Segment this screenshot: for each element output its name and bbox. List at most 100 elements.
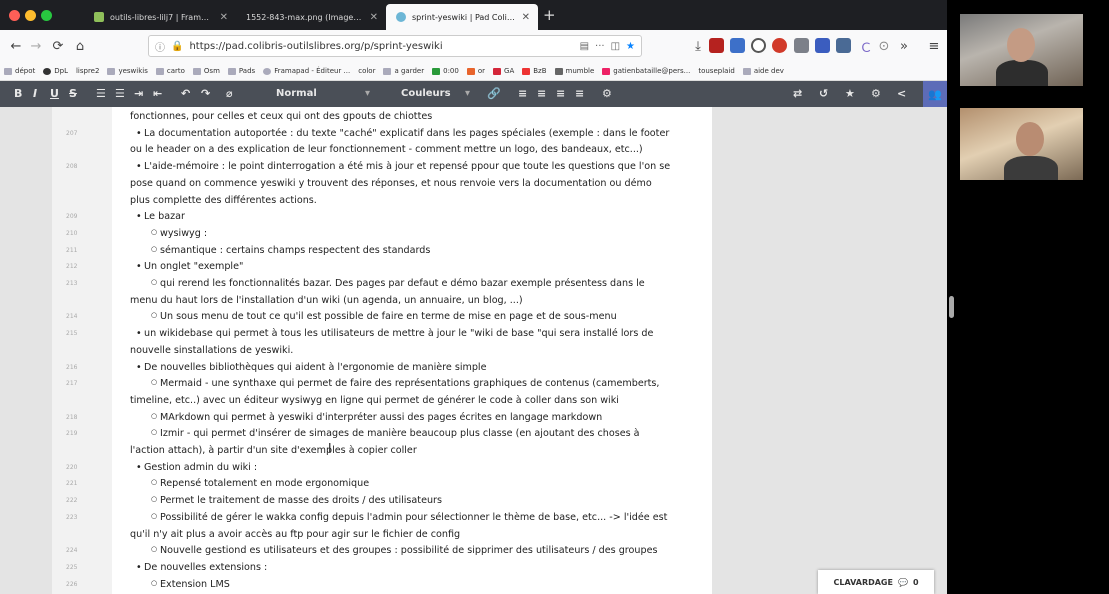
sub-bullet-item[interactable]: Mermaid - une synthaxe qui permet de fai… bbox=[151, 378, 659, 389]
forward-icon[interactable]: → bbox=[26, 36, 46, 56]
extension-icon[interactable] bbox=[772, 38, 787, 53]
text-line[interactable]: plus complette des différentes actions. bbox=[130, 195, 317, 206]
text-line[interactable]: menu du haut lors de l'installation d'un… bbox=[130, 295, 523, 306]
colors-select-caret-icon[interactable]: ▾ bbox=[465, 88, 470, 99]
browser-tab-active[interactable]: sprint-yeswiki | Pad Colibris ✕ bbox=[386, 4, 538, 30]
close-tab-icon[interactable]: ✕ bbox=[220, 12, 228, 23]
redo-icon[interactable]: ↷ bbox=[201, 87, 210, 100]
sub-bullet-item[interactable]: Permet le traitement de masse des droits… bbox=[151, 495, 442, 506]
browser-tab[interactable]: outils-libres-lilj7 | Framapad ✕ bbox=[84, 4, 236, 30]
bookmark-item[interactable]: Pads bbox=[227, 67, 255, 75]
sub-bullet-item[interactable]: Un sous menu de tout ce qu'il est possib… bbox=[151, 311, 617, 322]
indent-icon[interactable]: ⇥ bbox=[134, 87, 143, 100]
outdent-icon[interactable]: ⇤ bbox=[153, 87, 162, 100]
bookmark-item[interactable]: mumble bbox=[554, 67, 594, 75]
text-line[interactable]: qu'il n'y ait plus a avoir accès au ftp … bbox=[130, 529, 460, 540]
bullet-item[interactable]: De nouvelles bibliothèques qui aident à … bbox=[136, 362, 487, 373]
close-tab-icon[interactable]: ✕ bbox=[370, 12, 378, 23]
close-window-button[interactable] bbox=[9, 10, 20, 21]
style-select-caret-icon[interactable]: ▾ bbox=[365, 88, 370, 99]
underline-icon[interactable]: U bbox=[50, 87, 59, 100]
bookmark-item[interactable]: gatienbataille@pers... bbox=[602, 67, 690, 75]
sub-bullet-item[interactable]: wysiwyg : bbox=[151, 228, 207, 239]
gear-icon[interactable]: ⚙ bbox=[871, 87, 881, 100]
numbered-list-icon[interactable]: ☰ bbox=[115, 87, 125, 100]
new-tab-icon[interactable]: + bbox=[543, 6, 556, 24]
overflow-menu-icon[interactable]: » bbox=[894, 36, 914, 56]
bookmark-item[interactable]: color bbox=[358, 67, 375, 75]
minimize-window-button[interactable] bbox=[25, 10, 36, 21]
close-tab-icon[interactable]: ✕ bbox=[522, 12, 530, 23]
library-icon[interactable] bbox=[794, 38, 809, 53]
ublock-extension-icon[interactable] bbox=[709, 38, 724, 53]
sub-bullet-item[interactable]: Extension LMS bbox=[151, 579, 230, 590]
bullet-item[interactable]: un wikidebase qui permet à tous les util… bbox=[136, 328, 653, 339]
browser-tab[interactable]: 1552-843-max.png (Image PNG, ✕ bbox=[236, 4, 386, 30]
site-info-icon[interactable]: ⓘ bbox=[155, 39, 165, 54]
extension-icon[interactable] bbox=[730, 38, 745, 53]
reload-icon[interactable]: ⟳ bbox=[48, 36, 68, 56]
star-icon[interactable]: ★ bbox=[845, 87, 855, 100]
sub-bullet-item[interactable]: MArkdown qui permet à yeswiki d'interpré… bbox=[151, 412, 602, 423]
extension-icon[interactable] bbox=[815, 38, 830, 53]
pocket-icon[interactable]: ◫ bbox=[611, 41, 620, 52]
import-export-icon[interactable]: ⇄ bbox=[793, 87, 802, 100]
colors-select[interactable]: Couleurs bbox=[401, 88, 451, 99]
sub-bullet-item[interactable]: Repensé totalement en mode ergonomique bbox=[151, 478, 369, 489]
bullet-item[interactable]: De nouvelles extensions : bbox=[136, 562, 267, 573]
bookmark-item[interactable]: aide dev bbox=[742, 67, 784, 75]
bookmark-item[interactable]: or bbox=[466, 67, 485, 75]
chat-button[interactable]: CLAVARDAGE 💬 0 bbox=[818, 570, 934, 594]
bullet-item[interactable]: Le bazar bbox=[136, 211, 185, 222]
justify-icon[interactable]: ≡ bbox=[575, 87, 584, 100]
bullet-item[interactable]: La documentation autoportée : du texte "… bbox=[136, 128, 669, 139]
bookmark-item[interactable]: GA bbox=[493, 67, 514, 75]
link-icon[interactable]: 🔗 bbox=[487, 87, 501, 100]
strikethrough-icon[interactable]: S bbox=[69, 87, 77, 100]
hamburger-menu-icon[interactable]: ≡ bbox=[924, 36, 944, 56]
scrollbar-thumb[interactable] bbox=[949, 296, 954, 318]
downloads-icon[interactable]: ⤓ bbox=[688, 36, 708, 56]
back-icon[interactable]: ← bbox=[6, 36, 26, 56]
align-right-icon[interactable]: ≡ bbox=[556, 87, 565, 100]
video-tile-participant[interactable] bbox=[960, 108, 1083, 180]
italic-icon[interactable]: I bbox=[33, 87, 37, 100]
clear-format-icon[interactable]: ⌀ bbox=[226, 87, 233, 100]
bold-icon[interactable]: B bbox=[14, 87, 22, 100]
bookmark-item[interactable]: yeswikis bbox=[107, 67, 148, 75]
text-line[interactable]: pose quand on commence yeswiki y trouven… bbox=[130, 178, 652, 189]
bookmark-item[interactable]: DpL bbox=[43, 67, 68, 75]
text-line[interactable]: fonctionnes, pour celles et ceux qui ont… bbox=[130, 111, 432, 122]
bookmark-item[interactable]: dépot bbox=[4, 67, 35, 75]
page-actions-icon[interactable]: ··· bbox=[595, 41, 605, 52]
bookmark-item[interactable]: lispre2 bbox=[76, 67, 99, 75]
home-icon[interactable]: ⌂ bbox=[70, 36, 90, 56]
sub-bullet-item[interactable]: sémantique : certains champs respectent … bbox=[151, 245, 430, 256]
align-center-icon[interactable]: ≡ bbox=[537, 87, 546, 100]
text-line[interactable]: l'action attach), à partir d'un site d'e… bbox=[130, 445, 417, 456]
text-line[interactable]: ou le header on a des explication de leu… bbox=[130, 144, 643, 155]
bullet-list-icon[interactable]: ☰ bbox=[96, 87, 106, 100]
extension-icon[interactable]: ⊙ bbox=[874, 36, 894, 56]
bullet-item[interactable]: L'aide-mémoire : le point dinterrogation… bbox=[136, 161, 670, 172]
sub-bullet-item[interactable]: Izmir - qui permet d'insérer de simages … bbox=[151, 428, 640, 439]
bookmark-item[interactable]: touseplaid bbox=[698, 67, 734, 75]
bullet-item[interactable]: Gestion admin du wiki : bbox=[136, 462, 257, 473]
align-left-icon[interactable]: ≡ bbox=[518, 87, 527, 100]
text-line[interactable]: timeline, etc..) avec un éditeur wysiwyg… bbox=[130, 395, 619, 406]
sub-bullet-item[interactable]: Nouvelle gestiond es utilisateurs et des… bbox=[151, 545, 657, 556]
bookmark-item[interactable]: Framapad - Éditeur ... bbox=[263, 67, 350, 75]
extension-icon[interactable]: Ｃ bbox=[856, 36, 876, 56]
extension-icon[interactable] bbox=[836, 38, 851, 53]
bookmark-star-icon[interactable]: ★ bbox=[626, 41, 635, 52]
bookmark-item[interactable]: Osm bbox=[192, 67, 220, 75]
history-icon[interactable]: ↺ bbox=[819, 87, 828, 100]
bookmark-item[interactable]: carto bbox=[155, 67, 185, 75]
style-select[interactable]: Normal bbox=[276, 88, 317, 99]
bookmark-item[interactable]: BzB bbox=[522, 67, 547, 75]
text-line[interactable]: nouvelle sinstallations de yeswiki. bbox=[130, 345, 293, 356]
bookmark-item[interactable]: a garder bbox=[383, 67, 424, 75]
maximize-window-button[interactable] bbox=[41, 10, 52, 21]
bullet-item[interactable]: Un onglet "exemple" bbox=[136, 261, 243, 272]
settings-icon[interactable]: ⚙ bbox=[602, 87, 612, 100]
